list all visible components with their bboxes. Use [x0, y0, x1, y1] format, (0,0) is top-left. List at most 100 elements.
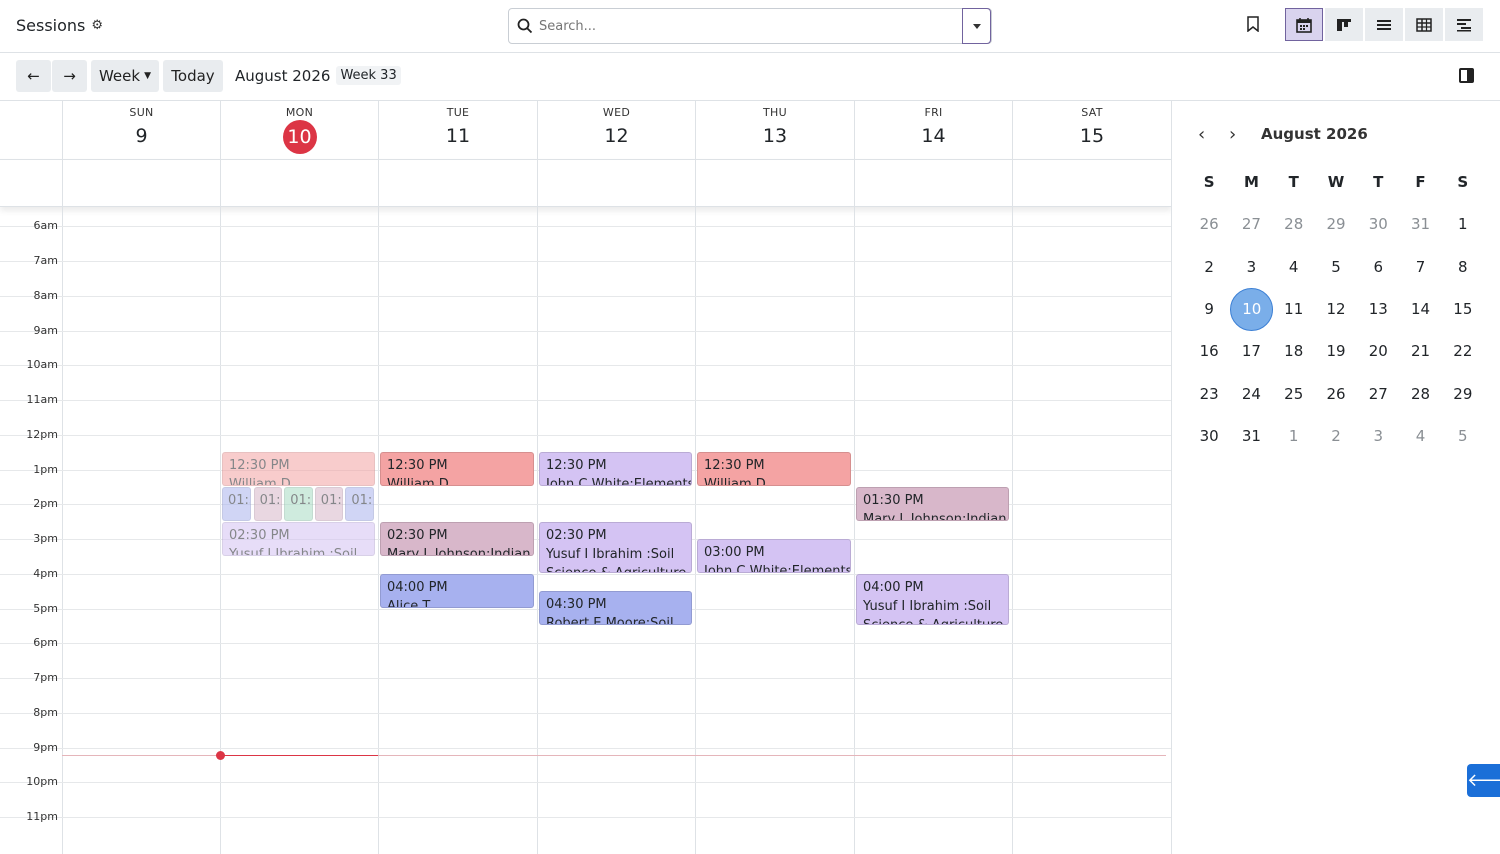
calendar-view-button[interactable] [1285, 8, 1323, 41]
calendar-event[interactable]: 03:00 PM John C White:Elements [697, 539, 851, 573]
mini-day[interactable]: 29 [1442, 385, 1484, 403]
day-header[interactable]: SAT 15 [1012, 101, 1171, 159]
previous-button[interactable]: ← [16, 60, 51, 92]
mini-day[interactable]: 15 [1442, 300, 1484, 318]
mini-day[interactable]: 28 [1273, 215, 1315, 233]
calendar-event[interactable]: 04:00 PM Yusuf I Ibrahim :Soil Science & A… [856, 573, 1009, 625]
calendar-event[interactable]: 02:30 PM Mary L Johnson:Indian [380, 521, 534, 556]
calendar-event[interactable]: 01:30 PM [284, 487, 313, 521]
calendar-event[interactable]: 12:30 PM William D [222, 452, 375, 486]
toggle-sidebar-icon[interactable] [1459, 68, 1474, 83]
list-view-button[interactable] [1365, 8, 1403, 41]
page-title[interactable]: Sessions [16, 16, 85, 35]
mini-day-number: 31 [1411, 215, 1431, 234]
event-time: 01:30 PM [351, 493, 373, 508]
mini-day[interactable]: 3 [1230, 258, 1272, 276]
mini-day[interactable]: 29 [1315, 215, 1357, 233]
search-options-toggle[interactable] [962, 8, 991, 44]
mini-day[interactable]: 14 [1399, 300, 1441, 318]
calendar-event[interactable]: 02:30 PM Yusuf I Ibrahim :Soil [222, 521, 375, 556]
calendar-event[interactable]: 02:30 PM Yusuf I Ibrahim :Soil Science & A… [539, 521, 692, 573]
mini-day[interactable]: 25 [1273, 385, 1315, 403]
mini-day[interactable]: 11 [1273, 300, 1315, 318]
bookmark-icon[interactable] [1246, 16, 1260, 32]
gear-icon[interactable]: ⚙ [91, 18, 103, 33]
mini-day[interactable]: 6 [1357, 258, 1399, 276]
mini-day[interactable]: 10 [1230, 287, 1274, 331]
mini-day-number: 13 [1368, 300, 1388, 319]
calendar-event[interactable]: 12:30 PM John C White:Elements [539, 452, 692, 486]
week-badge: Week 33 [336, 66, 401, 85]
calendar-event[interactable]: 12:30 PM William D [697, 452, 851, 486]
mini-day[interactable]: 26 [1188, 215, 1230, 233]
next-button[interactable]: → [52, 60, 87, 92]
day-header[interactable]: WED 12 [537, 101, 695, 159]
day-number: 10 [282, 120, 317, 154]
mini-day[interactable]: 3 [1357, 427, 1399, 445]
mini-day[interactable]: 5 [1315, 258, 1357, 276]
mini-day[interactable]: 4 [1273, 258, 1315, 276]
day-name: SAT [1081, 106, 1103, 119]
mini-day[interactable]: 31 [1230, 427, 1272, 445]
day-header[interactable]: THU 13 [695, 101, 854, 159]
calendar-event[interactable]: 12:30 PM William D [380, 452, 534, 486]
arrow-left-icon[interactable]: 🡐 [1467, 764, 1500, 797]
mini-day-number: 26 [1326, 384, 1346, 403]
event-subtitle: Science & Agriculture [863, 616, 1003, 624]
kanban-view-button[interactable] [1325, 8, 1363, 41]
mini-day[interactable]: 13 [1357, 300, 1399, 318]
day-header[interactable]: TUE 11 [378, 101, 537, 159]
day-header[interactable]: SUN 9 [62, 101, 220, 159]
calendar-event[interactable]: 01:30 PM [222, 487, 251, 521]
calendar-event[interactable]: 01:30 PM Mary L Johnson:Indian [856, 487, 1009, 521]
mini-day[interactable]: 16 [1188, 342, 1230, 360]
mini-day[interactable]: 2 [1315, 427, 1357, 445]
mini-day[interactable]: 24 [1230, 385, 1272, 403]
mini-day[interactable]: 31 [1399, 215, 1441, 233]
mini-day[interactable]: 7 [1399, 258, 1441, 276]
scale-dropdown[interactable]: Week ▼ [91, 60, 159, 92]
mini-day[interactable]: 21 [1399, 342, 1441, 360]
mini-day[interactable]: 26 [1315, 385, 1357, 403]
mini-day[interactable]: 19 [1315, 342, 1357, 360]
mini-day[interactable]: 28 [1399, 385, 1441, 403]
calendar-event[interactable]: 04:00 PM Alice T [380, 573, 534, 608]
mini-next-icon[interactable]: › [1229, 124, 1236, 145]
mini-day[interactable]: 17 [1230, 342, 1272, 360]
mini-day[interactable]: 30 [1188, 427, 1230, 445]
mini-day[interactable]: 5 [1442, 427, 1484, 445]
mini-day[interactable]: 20 [1357, 342, 1399, 360]
calendar-event[interactable]: 01:30 PM [345, 487, 374, 521]
search-input[interactable] [539, 17, 959, 35]
mini-day[interactable]: 9 [1188, 300, 1230, 318]
mini-day[interactable]: 8 [1442, 258, 1484, 276]
calendar-toolbar: ← → Week ▼ Today August 2026 Week 33 [0, 53, 1500, 101]
mini-day[interactable]: 27 [1230, 215, 1272, 233]
mini-day[interactable]: 30 [1357, 215, 1399, 233]
period-title: August 2026 Week 33 [235, 66, 401, 85]
pivot-view-button[interactable] [1405, 8, 1443, 41]
calendar-event[interactable]: 01:30 PM [253, 487, 283, 521]
today-button[interactable]: Today [163, 60, 223, 92]
hour-gridline [0, 295, 1171, 297]
mini-day[interactable]: 23 [1188, 385, 1230, 403]
mini-day[interactable]: 1 [1273, 427, 1315, 445]
calendar-event[interactable]: 04:30 PM Robert E Moore:Soil [539, 591, 692, 625]
mini-day[interactable]: 12 [1315, 300, 1357, 318]
mini-day[interactable]: 22 [1442, 342, 1484, 360]
event-time: 04:30 PM [546, 597, 607, 613]
day-header[interactable]: MON 10 [220, 101, 378, 159]
day-header[interactable]: FRI 14 [854, 101, 1012, 159]
day-name: TUE [446, 106, 470, 119]
column-divider [1012, 101, 1013, 854]
mini-day[interactable]: 27 [1357, 385, 1399, 403]
mini-day[interactable]: 18 [1273, 342, 1315, 360]
mini-day[interactable]: 2 [1188, 258, 1230, 276]
all-day-row[interactable] [0, 159, 1171, 207]
mini-day[interactable]: 4 [1399, 427, 1441, 445]
column-divider [220, 101, 221, 854]
calendar-event[interactable]: 01:30 PM [314, 487, 344, 521]
mini-day[interactable]: 1 [1442, 215, 1484, 233]
gantt-view-button[interactable] [1445, 8, 1483, 41]
mini-prev-icon[interactable]: ‹ [1198, 124, 1205, 145]
